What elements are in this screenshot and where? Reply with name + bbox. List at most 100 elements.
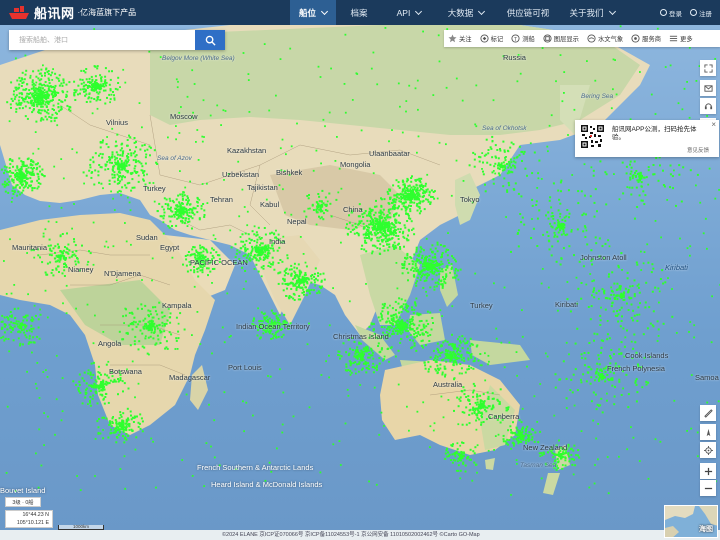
vessel-dot: [349, 230, 352, 233]
vessel-dot: [465, 396, 468, 398]
vessel-dot: [603, 289, 606, 292]
vessel-dot: [474, 409, 477, 411]
vessel-dot: [608, 297, 611, 300]
vessel-dot: [318, 291, 321, 294]
vessel-dot: [130, 152, 133, 155]
vessel-dot: [211, 268, 214, 270]
vessel-dot: [502, 440, 505, 443]
vessel-dot: [619, 294, 622, 297]
vessel-dot: [249, 254, 252, 257]
vessel-dot: [105, 363, 108, 366]
vessel-dot: [434, 267, 437, 270]
vessel-dot: [19, 79, 22, 82]
vessel-dot: [93, 183, 96, 186]
vessel-dot: [488, 405, 491, 408]
vessel-dot: [19, 182, 22, 185]
vessel-dot: [648, 306, 651, 309]
vessel-dot: [185, 258, 188, 261]
vessel-dot: [473, 384, 476, 387]
vessel-dot: [433, 197, 436, 200]
vessel-dot: [401, 263, 404, 266]
vessel-dot: [477, 359, 480, 362]
vessel-dot: [10, 97, 13, 100]
vessel-dot: [410, 268, 413, 271]
vessel-dot: [271, 256, 274, 259]
vessel-dot: [420, 177, 423, 180]
vessel-dot: [598, 357, 600, 360]
vessel-dot: [447, 259, 450, 262]
vessel-dot: [403, 266, 406, 269]
vessel-dot: [425, 276, 428, 279]
vessel-dot: [161, 324, 164, 327]
nav-item-vessel-position[interactable]: 船位: [290, 0, 336, 25]
world-map[interactable]: Belgov More (White Sea) Russia Moscow Vi…: [0, 25, 720, 540]
vessel-dot: [129, 148, 131, 151]
vessel-dot: [191, 253, 194, 256]
vessel-dot: [116, 161, 119, 164]
vessel-dot: [209, 251, 212, 254]
vessel-dot: [383, 217, 386, 219]
nav-item-archive[interactable]: 档案: [336, 0, 382, 25]
vessel-dot: [620, 320, 623, 322]
vessel-dot: [131, 328, 134, 331]
vessel-dot: [37, 175, 40, 178]
vessel-dot: [95, 84, 98, 87]
vessel-dot: [508, 439, 511, 442]
vessel-dot: [416, 312, 419, 315]
vessel-dot: [468, 422, 471, 425]
vessel-dot: [393, 215, 396, 218]
vessel-dot: [445, 273, 448, 276]
vessel-dot: [438, 278, 440, 281]
vessel-dot: [408, 184, 411, 187]
nav-item-about-us[interactable]: 关于我们: [560, 0, 624, 25]
vessel-dot: [417, 332, 420, 335]
vessel-dot: [392, 226, 395, 229]
vessel-dot: [120, 160, 123, 162]
vessel-dot: [436, 355, 439, 358]
vessel-dot: [121, 380, 124, 383]
vessel-dot: [365, 225, 368, 227]
vessel-dot: [427, 370, 430, 373]
vessel-dot: [395, 234, 398, 237]
vessel-dot: [354, 352, 357, 355]
vessel-dot: [120, 194, 123, 197]
nav-item-supply-chain[interactable]: 供应链可视: [496, 0, 560, 25]
vessel-dot: [122, 423, 125, 426]
vessel-dot: [381, 211, 384, 214]
vessel-dot: [394, 320, 397, 323]
vessel-dot: [618, 352, 621, 355]
vessel-dot: [134, 321, 137, 324]
brand-logo[interactable]: 船讯网 ·亿海蓝旗下产品: [0, 0, 290, 25]
vessel-dot: [457, 269, 459, 272]
vessel-dot: [30, 180, 33, 183]
vessel-dot: [632, 319, 634, 322]
login-link[interactable]: 登录: [660, 8, 682, 18]
vessel-dot: [251, 249, 254, 252]
vessel-dot: [611, 384, 614, 387]
vessel-dot: [401, 202, 404, 205]
vessel-dot: [260, 266, 263, 269]
vessel-dot: [370, 239, 373, 242]
vessel-dot: [150, 328, 153, 331]
nav-item-api[interactable]: API: [382, 0, 436, 25]
vessel-dot: [381, 240, 384, 243]
vessel-dot: [16, 174, 19, 177]
vessel-dot: [43, 175, 46, 178]
vessel-dot: [44, 115, 47, 118]
vessel-dot: [572, 449, 575, 452]
vessel-dot: [79, 88, 82, 91]
vessel-dot: [418, 320, 421, 323]
vessel-dot: [442, 358, 445, 361]
vessel-dot: [406, 267, 409, 270]
nav-item-big-data[interactable]: 大数据: [436, 0, 496, 25]
vessel-dot: [420, 320, 423, 322]
vessel-dot: [273, 268, 276, 271]
vessel-dot: [455, 260, 457, 263]
vessel-dot: [189, 269, 192, 272]
vessel-dot: [104, 102, 107, 105]
vessel-dot: [85, 68, 88, 70]
vessel-dot: [423, 361, 426, 364]
register-link[interactable]: 注册: [690, 8, 712, 18]
vessel-dot: [287, 296, 290, 299]
vessel-dot: [392, 233, 395, 236]
